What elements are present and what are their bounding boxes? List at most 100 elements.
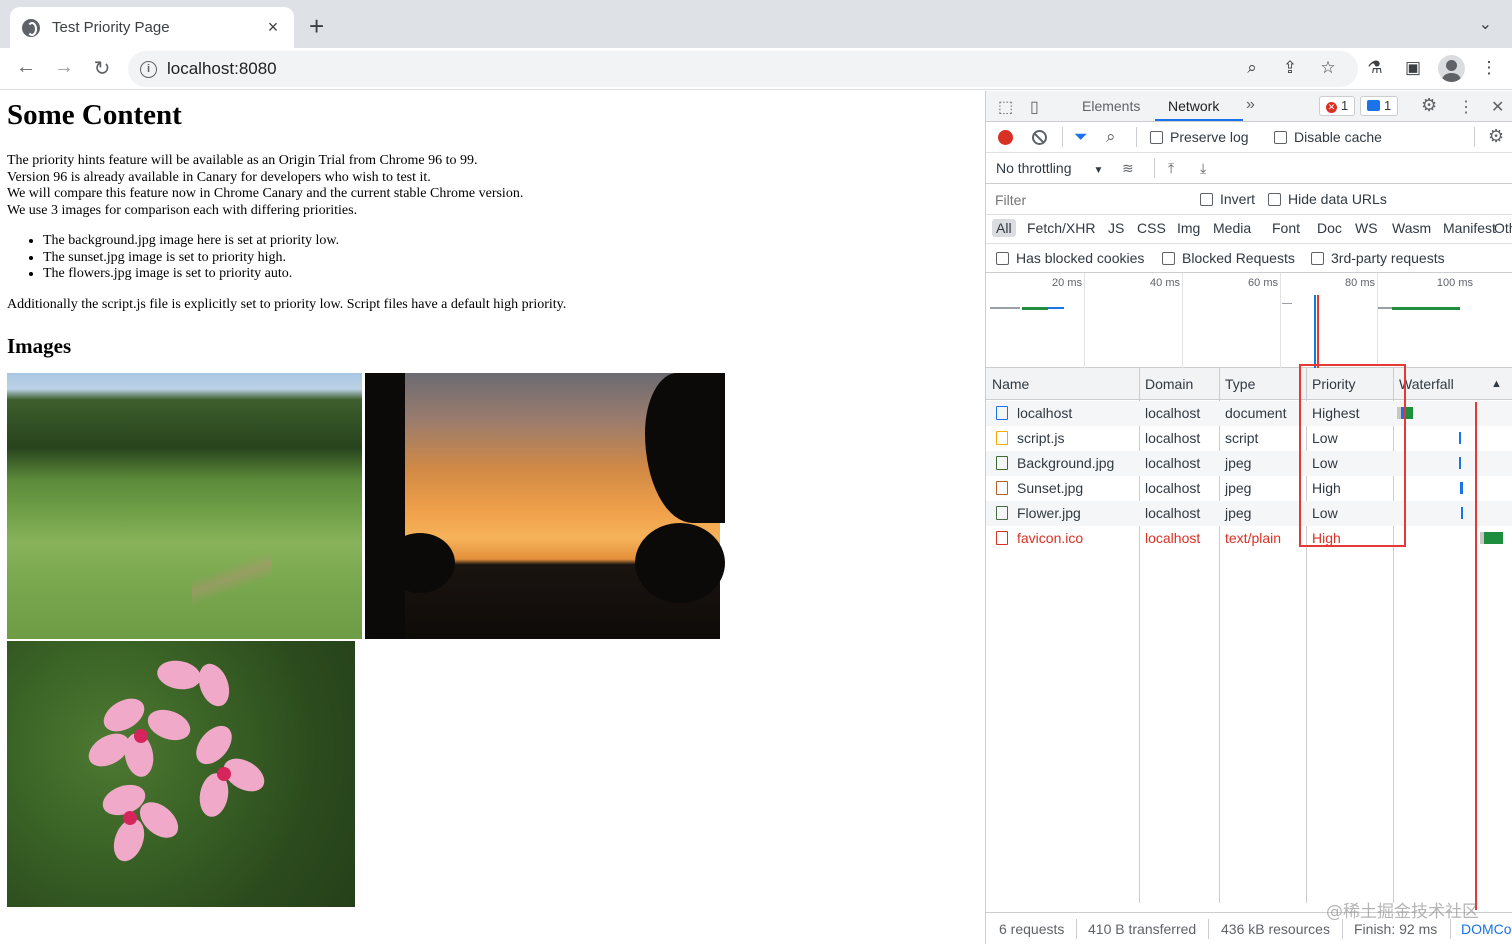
- intro-line: We will compare this feature now in Chro…: [7, 186, 524, 202]
- has-blocked-cookies-checkbox[interactable]: Has blocked cookies: [996, 250, 1144, 266]
- tab-strip: Test Priority Page × + ⌄: [0, 0, 1512, 48]
- filter-row: Invert Hide data URLs: [986, 184, 1512, 215]
- blocked-filters-row: Has blocked cookies Blocked Requests 3rd…: [986, 244, 1512, 273]
- type-filter-all[interactable]: All: [992, 219, 1016, 237]
- tab-elements[interactable]: Elements: [1082, 98, 1140, 114]
- third-party-requests-label: 3rd-party requests: [1331, 250, 1445, 266]
- watermark: @稀土掘金技术社区: [1326, 902, 1479, 922]
- tab-network[interactable]: Network: [1168, 98, 1219, 114]
- clear-icon[interactable]: [1032, 130, 1047, 145]
- type-filter-css[interactable]: CSS: [1133, 219, 1170, 237]
- network-overview-timeline[interactable]: 20 ms 40 ms 60 ms 80 ms 100 ms: [986, 273, 1512, 368]
- list-item: The background.jpg image here is set at …: [43, 233, 978, 250]
- type-filter-ws[interactable]: WS: [1351, 219, 1382, 237]
- request-name: localhost: [1017, 405, 1073, 421]
- record-icon[interactable]: [998, 130, 1013, 145]
- new-tab-button[interactable]: +: [309, 12, 324, 40]
- waterfall-bar: [1461, 507, 1463, 519]
- browser-menu-icon[interactable]: ⋮: [1478, 58, 1500, 78]
- timeline-label: 100 ms: [1436, 277, 1473, 289]
- share-icon[interactable]: ⇪: [1279, 58, 1301, 78]
- more-tabs-icon[interactable]: »: [1246, 96, 1255, 114]
- network-settings-gear-icon[interactable]: ⚙: [1488, 126, 1504, 147]
- profile-avatar[interactable]: [1438, 55, 1465, 82]
- waterfall-bar: [1406, 407, 1413, 419]
- browser-tab[interactable]: Test Priority Page ×: [10, 7, 294, 48]
- tab-search-chevron-icon[interactable]: ⌄: [1479, 14, 1492, 34]
- file-icon: [996, 406, 1008, 420]
- zoom-icon[interactable]: ⌕: [1241, 58, 1263, 78]
- message-count: 1: [1384, 98, 1392, 113]
- table-row[interactable]: Background.jpg localhost jpeg Low: [986, 451, 1512, 476]
- type-filter-fetch-xhr[interactable]: Fetch/XHR: [1023, 219, 1099, 237]
- error-count: 1: [1341, 98, 1349, 113]
- type-filter-wasm[interactable]: Wasm: [1388, 219, 1435, 237]
- column-header-name[interactable]: Name: [992, 376, 1029, 392]
- url-text[interactable]: localhost:8080: [167, 59, 277, 79]
- export-har-icon[interactable]: ⤓: [1200, 160, 1206, 177]
- hide-data-urls-checkbox[interactable]: Hide data URLs: [1268, 191, 1387, 207]
- experiments-icon[interactable]: ⚗: [1364, 58, 1386, 78]
- waterfall-bar: [1459, 457, 1461, 469]
- request-type: document: [1225, 405, 1287, 421]
- type-filter-font[interactable]: Font: [1268, 219, 1304, 237]
- request-domain: localhost: [1145, 405, 1201, 421]
- blocked-requests-label: Blocked Requests: [1182, 250, 1295, 266]
- request-name: script.js: [1017, 430, 1065, 446]
- resources-size: 436 kB resources: [1221, 921, 1330, 937]
- request-domain: localhost: [1145, 505, 1201, 521]
- reload-icon[interactable]: ↻: [89, 56, 115, 81]
- tab-close-icon[interactable]: ×: [264, 17, 282, 38]
- waterfall-bar: [1460, 482, 1463, 494]
- import-har-icon[interactable]: ⤒: [1168, 160, 1174, 177]
- network-conditions-icon[interactable]: ≋: [1122, 160, 1134, 177]
- column-header-waterfall[interactable]: Waterfall: [1399, 376, 1454, 392]
- tab-title: Test Priority Page: [52, 19, 170, 36]
- table-row[interactable]: Flower.jpg localhost jpeg Low: [986, 501, 1512, 526]
- list-item: The sunset.jpg image is set to priority …: [43, 250, 978, 267]
- table-row[interactable]: localhost localhost document Highest: [986, 401, 1512, 426]
- table-row[interactable]: Sunset.jpg localhost jpeg High: [986, 476, 1512, 501]
- error-count-badge[interactable]: ✕ 1: [1319, 96, 1356, 116]
- blocked-requests-checkbox[interactable]: Blocked Requests: [1162, 250, 1295, 266]
- filter-input[interactable]: [992, 189, 1182, 211]
- message-count-badge[interactable]: 1: [1360, 96, 1399, 116]
- site-info-icon[interactable]: i: [140, 60, 157, 78]
- overview-bar: [1282, 303, 1292, 304]
- filter-funnel-icon[interactable]: ⏷: [1074, 127, 1088, 147]
- column-header-domain[interactable]: Domain: [1145, 376, 1193, 392]
- requests-table-header: Name Domain Type Priority Waterfall ▲: [986, 368, 1512, 400]
- back-icon[interactable]: ←: [13, 56, 39, 79]
- search-icon[interactable]: ⌕: [1106, 127, 1116, 147]
- request-type: text/plain: [1225, 530, 1282, 546]
- overview-bar: [1392, 307, 1460, 310]
- third-party-requests-checkbox[interactable]: 3rd-party requests: [1311, 250, 1445, 266]
- settings-gear-icon[interactable]: ⚙: [1421, 95, 1437, 116]
- request-name: favicon.ico: [1017, 530, 1084, 546]
- address-bar[interactable]: i localhost:8080: [128, 51, 1358, 87]
- column-header-type[interactable]: Type: [1225, 376, 1255, 392]
- device-toolbar-icon[interactable]: ▯: [1030, 97, 1039, 117]
- table-row[interactable]: script.js localhost script Low: [986, 426, 1512, 451]
- sort-ascending-icon[interactable]: ▲: [1491, 378, 1502, 390]
- preserve-log-checkbox[interactable]: Preserve log: [1150, 129, 1249, 145]
- type-filter-img[interactable]: Img: [1173, 219, 1204, 237]
- inspect-element-icon[interactable]: ⬚: [998, 97, 1013, 117]
- throttling-select[interactable]: No throttling ▼: [996, 160, 1103, 176]
- type-filter-other[interactable]: Oth: [1490, 219, 1512, 237]
- devtools-menu-icon[interactable]: ⋮: [1458, 97, 1474, 117]
- table-row[interactable]: favicon.ico localhost text/plain High: [986, 526, 1512, 551]
- close-devtools-icon[interactable]: ✕: [1491, 97, 1504, 117]
- type-filter-media[interactable]: Media: [1209, 219, 1255, 237]
- type-filter-doc[interactable]: Doc: [1313, 219, 1346, 237]
- request-domain: localhost: [1145, 430, 1201, 446]
- side-panel-icon[interactable]: ▣: [1402, 58, 1424, 78]
- waterfall-bar: [1484, 532, 1503, 544]
- type-filter-js[interactable]: JS: [1104, 219, 1128, 237]
- disable-cache-checkbox[interactable]: Disable cache: [1274, 129, 1382, 145]
- invert-checkbox[interactable]: Invert: [1200, 191, 1255, 207]
- dom-content-loaded-time: DOMCo: [1461, 921, 1512, 937]
- forward-icon[interactable]: →: [51, 56, 77, 79]
- bookmark-star-icon[interactable]: ☆: [1317, 58, 1339, 78]
- timeline-label: 40 ms: [1150, 277, 1180, 289]
